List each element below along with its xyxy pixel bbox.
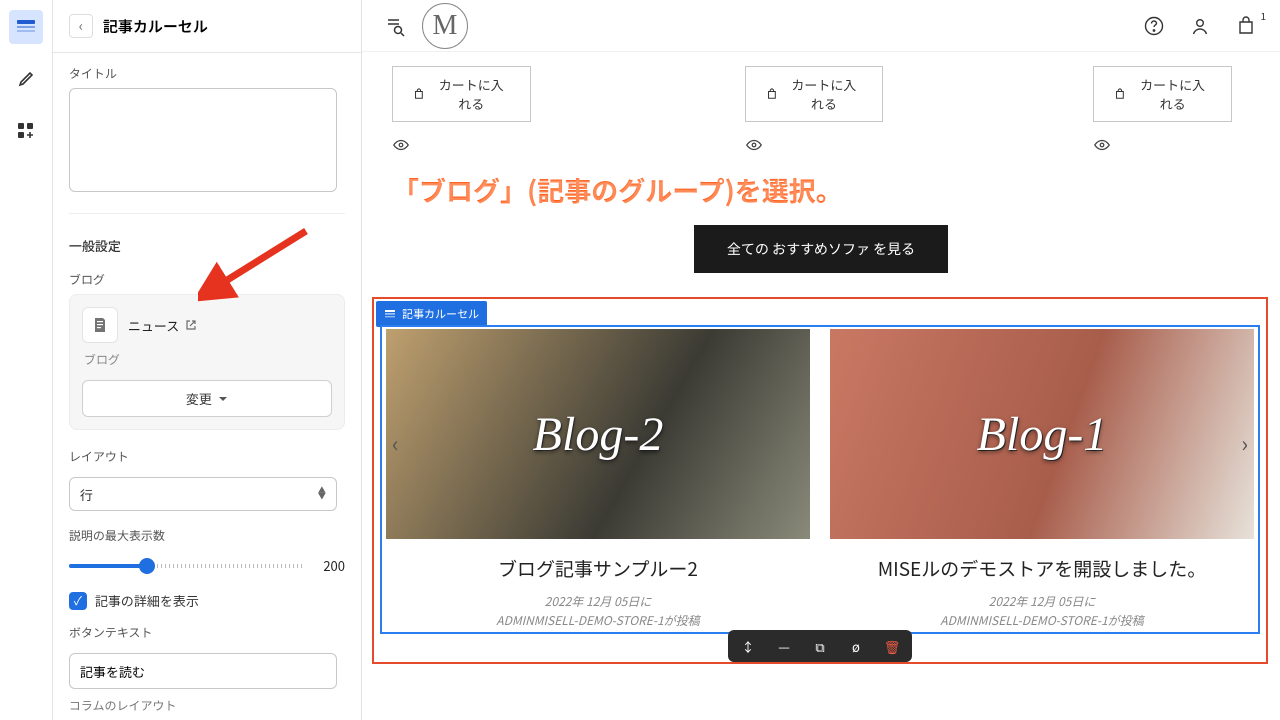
- account-icon[interactable]: [1188, 14, 1212, 38]
- blog-overlay-title: Blog-1: [830, 329, 1254, 539]
- open-link-icon: [185, 319, 197, 331]
- move-up-icon[interactable]: ↕: [738, 636, 758, 656]
- block-edit-toolbar: ↕ — ⧉ ø 🗑: [728, 630, 912, 662]
- layout-label: レイアウト: [69, 448, 345, 465]
- eye-icon[interactable]: [392, 136, 410, 154]
- hide-icon[interactable]: —: [774, 636, 794, 656]
- blog-card[interactable]: Blog-2 ブログ記事サンプルー2 2022年 12月 05日にADMINMI…: [386, 329, 810, 630]
- carousel-cards: ‹ › Blog-2 ブログ記事サンプルー2 2022年 12月 05日にADM…: [380, 325, 1260, 634]
- settings-panel: ‹ 記事カルーセル タイトル 一般設定 ブログ ニュース ブログ 変更 レイアウ…: [53, 0, 362, 720]
- show-detail-label: 記事の詳細を表示: [95, 591, 199, 610]
- see-all-button[interactable]: 全ての おすすめソファ を見る: [694, 225, 948, 273]
- blog-post-title: MISEルのデモストアを開設しました。: [830, 555, 1254, 582]
- button-text-label: ボタンテキスト: [69, 624, 345, 641]
- blog-label: ブログ: [69, 271, 345, 288]
- preview-pane: M 1 カートに入れる カートに入れる: [362, 0, 1280, 720]
- layout-select[interactable]: 行 ▲▼: [69, 477, 337, 511]
- title-field-label: タイトル: [69, 65, 345, 82]
- carousel-section: 記事カルーセル ‹ › Blog-2 ブログ記事サンプルー2 2022年 12月…: [372, 297, 1268, 664]
- title-input[interactable]: [69, 88, 337, 192]
- button-text-input[interactable]: [69, 653, 337, 689]
- blog-post-meta: 2022年 12月 05日にADMINMISELL-DEMO-STORE-1が投…: [830, 592, 1254, 630]
- eye-icon[interactable]: [745, 136, 763, 154]
- show-detail-checkbox[interactable]: ✓: [69, 592, 87, 610]
- tool-block-list[interactable]: [9, 10, 43, 44]
- eye-icon[interactable]: [1093, 136, 1111, 154]
- delete-icon[interactable]: 🗑: [882, 636, 902, 656]
- blog-post-meta: 2022年 12月 05日にADMINMISELL-DEMO-STORE-1が投…: [386, 592, 810, 630]
- bag-icon: [766, 87, 778, 101]
- tool-rail: [0, 0, 53, 720]
- duplicate-icon[interactable]: ⧉: [810, 636, 830, 656]
- column-layout-label: コラムのレイアウト: [53, 689, 361, 714]
- section-tag[interactable]: 記事カルーセル: [376, 301, 487, 327]
- annotation-callout: 「ブログ」(記事のグループ)を選択。: [362, 164, 1280, 211]
- layout-select-value: 行: [80, 485, 93, 504]
- add-to-cart-button[interactable]: カートに入れる: [745, 66, 884, 122]
- visibility-icon[interactable]: ø: [846, 636, 866, 656]
- desc-lines-slider[interactable]: [69, 564, 305, 568]
- menu-search-icon[interactable]: [384, 14, 408, 38]
- cart-count-badge: 1: [1260, 8, 1266, 23]
- blog-card[interactable]: Blog-1 MISEルのデモストアを開設しました。 2022年 12月 05日…: [830, 329, 1254, 630]
- product-row: カートに入れる カートに入れる カートに入れる: [362, 52, 1280, 164]
- panel-title: 記事カルーセル: [103, 16, 208, 37]
- carousel-next[interactable]: ›: [1241, 427, 1248, 459]
- select-caret-icon: ▲▼: [318, 488, 326, 500]
- shop-logo[interactable]: M: [422, 3, 468, 49]
- general-settings-label: 一般設定: [69, 236, 345, 255]
- blog-icon: [82, 307, 118, 343]
- add-to-cart-button[interactable]: カートに入れる: [1093, 66, 1232, 122]
- cart-icon[interactable]: 1: [1234, 14, 1258, 38]
- block-icon: [384, 308, 396, 320]
- blog-post-title: ブログ記事サンプルー2: [386, 555, 810, 582]
- carousel-prev[interactable]: ‹: [392, 427, 399, 459]
- add-to-cart-button[interactable]: カートに入れる: [392, 66, 531, 122]
- desc-lines-label: 説明の最大表示数: [69, 527, 345, 544]
- blog-name[interactable]: ニュース: [128, 316, 197, 335]
- help-icon[interactable]: [1142, 14, 1166, 38]
- blog-sub-label: ブログ: [84, 351, 330, 368]
- tool-brush[interactable]: [9, 62, 43, 96]
- chevron-down-icon: [218, 394, 228, 404]
- shop-header: M 1: [362, 0, 1280, 52]
- blog-source-card: ニュース ブログ 変更: [69, 294, 345, 430]
- tool-add-block[interactable]: [9, 114, 43, 148]
- back-button[interactable]: ‹: [69, 14, 93, 38]
- bag-icon: [1114, 87, 1126, 101]
- change-blog-button[interactable]: 変更: [82, 380, 332, 417]
- blog-overlay-title: Blog-2: [386, 329, 810, 539]
- bag-icon: [413, 87, 425, 101]
- desc-lines-value: 200: [315, 556, 345, 575]
